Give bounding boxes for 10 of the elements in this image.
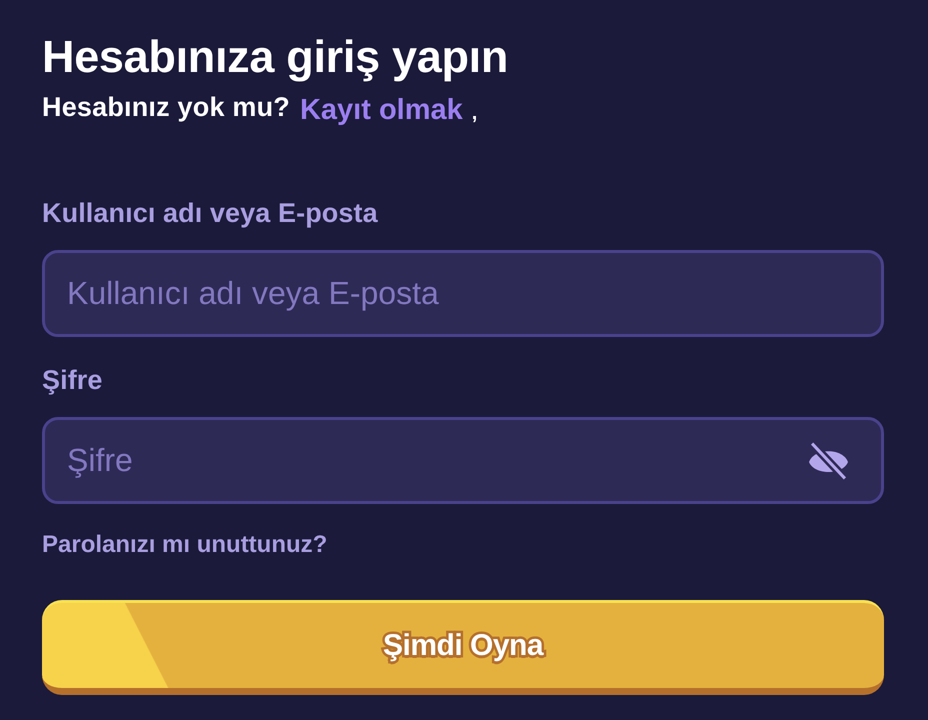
input-field[interactable]: Kullanıcı adı veya E-posta bbox=[42, 250, 884, 337]
comma-text: , bbox=[472, 102, 478, 125]
field-label: Şifre bbox=[42, 365, 103, 395]
signup-link[interactable]: Kayıt olmak bbox=[300, 94, 463, 127]
field-label: Kullanıcı adı veya E-posta bbox=[42, 198, 378, 228]
signup-prompt: Hesabınız yok mu? bbox=[42, 92, 290, 123]
forgot-password-link[interactable]: Parolanızı mı unuttunuz? bbox=[42, 532, 328, 558]
eye-slash-icon[interactable] bbox=[808, 442, 849, 479]
page-title: Hesabınıza giriş yapın bbox=[42, 33, 508, 81]
password-field[interactable]: Şifre bbox=[42, 417, 884, 504]
